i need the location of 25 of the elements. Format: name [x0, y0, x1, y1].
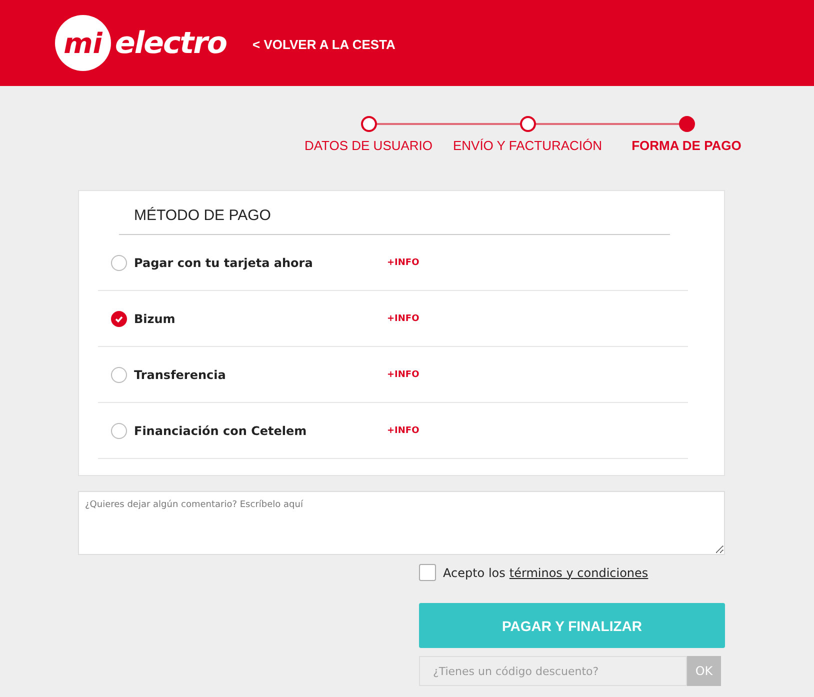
- info-link[interactable]: +INFO: [387, 258, 420, 268]
- logo-badge[interactable]: mi: [55, 15, 111, 71]
- info-link[interactable]: +INFO: [387, 426, 420, 436]
- terms-link[interactable]: términos y condiciones: [509, 566, 648, 580]
- logo-wordmark[interactable]: electro: [115, 26, 227, 60]
- payment-method-label[interactable]: Pagar con tu tarjeta ahora: [134, 256, 387, 270]
- section-title: MÉTODO DE PAGO: [119, 207, 670, 235]
- check-icon: [114, 314, 124, 324]
- radio-checked[interactable]: [111, 310, 127, 326]
- info-link[interactable]: +INFO: [387, 370, 420, 380]
- back-link[interactable]: < VOLVER A LA CESTA: [252, 36, 396, 52]
- comment-field[interactable]: ¿Quieres dejar algún comentario? Escríbelo aquí: [78, 491, 725, 555]
- terms-checkbox[interactable]: [419, 564, 436, 581]
- step-label: DATOS DE USUARIO: [304, 138, 433, 153]
- radio-button[interactable]: [111, 422, 127, 438]
- step-label: FORMA DE PAGO: [632, 138, 742, 153]
- terms-text: Acepto los: [443, 566, 506, 580]
- discount-field[interactable]: ¿Tienes un código descuento?: [419, 656, 687, 686]
- payment-method-label[interactable]: Financiación con Cetelem: [134, 424, 387, 438]
- payment-method-label[interactable]: Transferencia: [134, 368, 387, 382]
- step-label: ENVÍO Y FACTURACIÓN: [452, 138, 602, 153]
- radio-button[interactable]: [111, 254, 127, 270]
- info-link[interactable]: +INFO: [387, 314, 420, 324]
- payment-method-label[interactable]: Bizum: [134, 312, 387, 326]
- radio-button[interactable]: [111, 366, 127, 382]
